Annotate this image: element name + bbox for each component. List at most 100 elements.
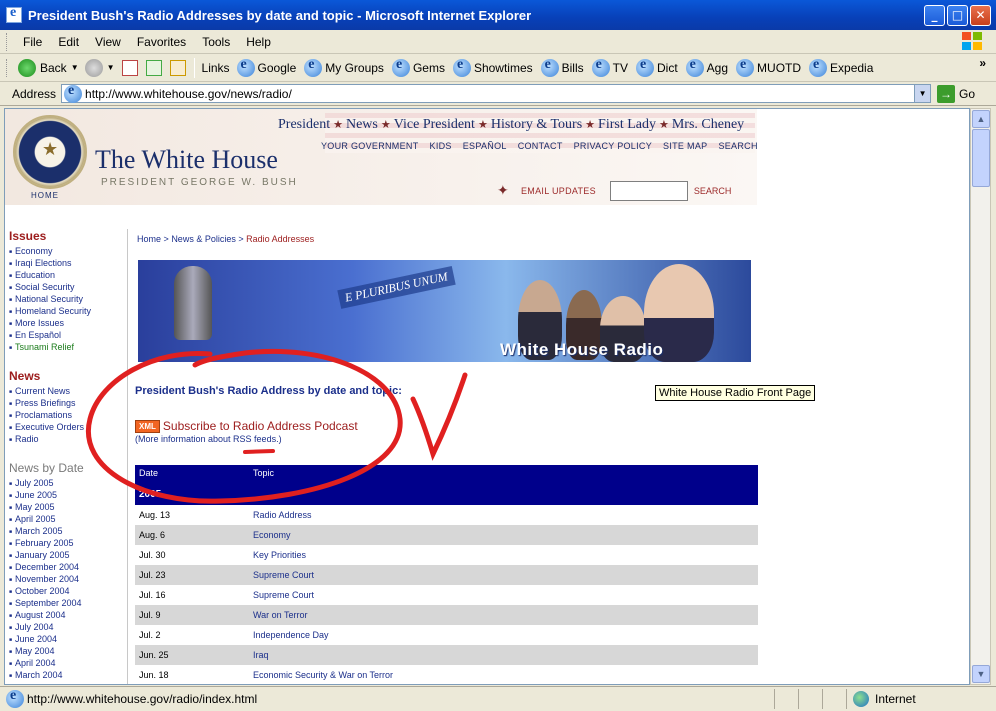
menu-edit[interactable]: Edit — [50, 35, 87, 49]
link-my-groups[interactable]: My Groups — [300, 57, 388, 77]
leftnav-item[interactable]: February 2005 — [9, 537, 127, 550]
leftnav-item[interactable]: National Security — [9, 293, 127, 306]
leftnav-item[interactable]: January 2005 — [9, 549, 127, 562]
toolbar-grip[interactable] — [6, 58, 9, 77]
leftnav-item[interactable]: Iraqi Elections — [9, 257, 127, 270]
leftnav-item[interactable]: July 2004 — [9, 621, 127, 634]
leftnav-item[interactable]: En Español — [9, 329, 127, 342]
leftnav-item[interactable]: September 2004 — [9, 597, 127, 610]
row-topic-link[interactable]: Iraq — [253, 650, 269, 660]
leftnav-item[interactable]: Executive Orders — [9, 421, 127, 434]
link-agg[interactable]: Agg — [682, 57, 732, 77]
leftnav-item[interactable]: Radio — [9, 433, 127, 446]
subnav-kids[interactable]: KIDS — [430, 141, 452, 151]
issues-title[interactable]: Issues — [9, 229, 127, 243]
topnav-mrs-cheney[interactable]: Mrs. Cheney — [672, 117, 744, 132]
site-search-input[interactable] — [609, 181, 688, 201]
leftnav-item[interactable]: April 2005 — [9, 513, 127, 526]
news-title[interactable]: News — [9, 369, 127, 383]
topnav-first-lady[interactable]: First Lady — [598, 117, 656, 132]
address-input[interactable]: http://www.whitehouse.gov/news/radio/ ▼ — [61, 83, 932, 103]
subscribe-podcast-link[interactable]: Subscribe to Radio Address Podcast — [163, 419, 358, 433]
topnav-president[interactable]: President — [278, 117, 330, 132]
links-overflow-chevron-icon[interactable]: » — [979, 56, 986, 70]
menu-help[interactable]: Help — [238, 35, 279, 49]
subnav-contact[interactable]: CONTACT — [518, 141, 563, 151]
row-topic-link[interactable]: Independence Day — [253, 630, 329, 640]
leftnav-item[interactable]: Proclamations — [9, 409, 127, 422]
leftnav-item[interactable]: March 2005 — [9, 525, 127, 538]
link-gems[interactable]: Gems — [388, 57, 449, 77]
go-button[interactable]: → Go — [937, 84, 975, 103]
site-search-button[interactable]: SEARCH — [694, 186, 732, 196]
leftnav-item[interactable]: Press Briefings — [9, 397, 127, 410]
leftnav-item[interactable]: May 2004 — [9, 645, 127, 658]
row-topic-link[interactable]: War on Terror — [253, 610, 308, 620]
page-viewport[interactable]: HOME The White House PRESIDENT GEORGE W.… — [4, 108, 970, 685]
row-topic-link[interactable]: Supreme Court — [253, 590, 314, 600]
row-topic-link[interactable]: Economic Security & War on Terror — [253, 670, 393, 680]
topnav-news[interactable]: News — [346, 117, 378, 132]
row-topic-link[interactable]: Supreme Court — [253, 570, 314, 580]
minimize-button[interactable]: _ — [924, 4, 945, 26]
leftnav-item[interactable]: Tsunami Relief — [9, 341, 127, 354]
subnav-privacy-policy[interactable]: PRIVACY POLICY — [574, 141, 652, 151]
link-expedia[interactable]: Expedia — [805, 57, 877, 77]
rss-feeds-link[interactable]: RSS feeds — [233, 434, 276, 444]
forward-dropdown-icon[interactable]: ▼ — [107, 63, 115, 72]
breadcrumb-news-policies[interactable]: News & Policies — [171, 234, 236, 244]
vertical-scrollbar[interactable]: ▲ ▼ — [970, 108, 991, 685]
home-link[interactable]: HOME — [31, 191, 59, 200]
email-updates-link[interactable]: EMAIL UPDATES — [521, 186, 596, 196]
leftnav-item[interactable]: June 2004 — [9, 633, 127, 646]
presidential-seal-icon[interactable] — [13, 115, 87, 189]
leftnav-item[interactable]: March 2004 — [9, 669, 127, 682]
address-dropdown-icon[interactable]: ▼ — [914, 85, 931, 102]
leftnav-item[interactable]: May 2005 — [9, 501, 127, 514]
link-tv[interactable]: TV — [588, 57, 632, 77]
stop-icon[interactable] — [121, 59, 138, 76]
menu-file[interactable]: File — [15, 35, 50, 49]
ie-app-icon[interactable] — [6, 5, 22, 23]
leftnav-item[interactable]: August 2004 — [9, 609, 127, 622]
site-title[interactable]: The White House — [95, 145, 278, 175]
back-dropdown-icon[interactable]: ▼ — [71, 63, 79, 72]
subnav-search[interactable]: SEARCH — [718, 141, 757, 151]
leftnav-item[interactable]: April 2004 — [9, 657, 127, 670]
link-google[interactable]: Google — [233, 57, 301, 77]
breadcrumb-home[interactable]: Home — [137, 234, 161, 244]
toolbar-grip[interactable] — [6, 32, 9, 51]
row-topic-link[interactable]: Economy — [253, 530, 291, 540]
close-button[interactable]: ✕ — [970, 4, 991, 26]
leftnav-item[interactable]: Social Security — [9, 281, 127, 294]
leftnav-item[interactable]: December 2004 — [9, 561, 127, 574]
scroll-thumb[interactable] — [972, 129, 990, 187]
leftnav-item[interactable]: November 2004 — [9, 573, 127, 586]
leftnav-item[interactable]: Current News — [9, 385, 127, 398]
menu-tools[interactable]: Tools — [194, 35, 238, 49]
window-title-bar[interactable]: President Bush's Radio Addresses by date… — [0, 0, 996, 30]
subnav-espanol[interactable]: ESPAÑOL — [463, 141, 507, 151]
leftnav-item[interactable]: June 2005 — [9, 489, 127, 502]
topnav-history-tours[interactable]: History & Tours — [491, 117, 582, 132]
link-muotd[interactable]: MUOTD — [732, 57, 805, 77]
forward-button[interactable]: ▼ — [82, 56, 118, 80]
leftnav-item[interactable]: October 2004 — [9, 585, 127, 598]
leftnav-item[interactable]: More Issues — [9, 317, 127, 330]
menu-view[interactable]: View — [87, 35, 129, 49]
row-topic-link[interactable]: Radio Address — [253, 510, 312, 520]
leftnav-item[interactable]: Economy — [9, 245, 127, 258]
menu-favorites[interactable]: Favorites — [129, 35, 194, 49]
back-button[interactable]: Back ▼ — [15, 56, 82, 80]
topnav-vice-president[interactable]: Vice President — [394, 117, 475, 132]
leftnav-item[interactable]: Homeland Security — [9, 305, 127, 318]
link-showtimes[interactable]: Showtimes — [449, 57, 537, 77]
link-bills[interactable]: Bills — [537, 57, 588, 77]
xml-badge-icon[interactable]: XML — [135, 419, 160, 433]
subnav-your-government[interactable]: YOUR GOVERNMENT — [321, 141, 419, 151]
leftnav-item[interactable]: July 2005 — [9, 477, 127, 490]
leftnav-item[interactable]: Education — [9, 269, 127, 282]
maximize-button[interactable]: □ — [947, 4, 968, 26]
row-topic-link[interactable]: Key Priorities — [253, 550, 306, 560]
subnav-site-map[interactable]: SITE MAP — [663, 141, 707, 151]
